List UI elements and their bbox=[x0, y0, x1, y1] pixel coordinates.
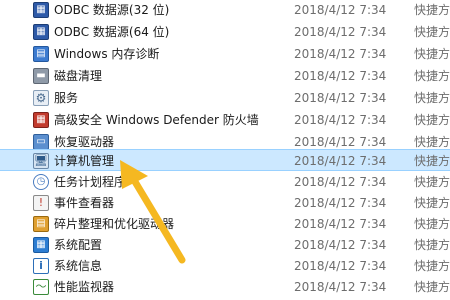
item-date: 2018/4/12 7:34 bbox=[294, 47, 387, 61]
item-type: 快捷方 bbox=[414, 196, 450, 210]
list-item[interactable]: ! 事件查看器 2018/4/12 7:34 快捷方 bbox=[0, 192, 450, 214]
item-name: Windows 内存诊断 bbox=[54, 47, 160, 61]
list-item[interactable]: ◷ 任务计划程序 2018/4/12 7:34 快捷方 bbox=[0, 171, 450, 193]
item-date: 2018/4/12 7:34 bbox=[294, 217, 387, 231]
event-viewer-icon: ! bbox=[33, 195, 49, 211]
item-name: 性能监视器 bbox=[54, 280, 115, 294]
item-date: 2018/4/12 7:34 bbox=[294, 69, 387, 83]
firewall-icon: ▦ bbox=[33, 112, 49, 128]
list-item[interactable]: ▦ 系统配置 2018/4/12 7:34 快捷方 bbox=[0, 234, 450, 256]
item-name: 高级安全 Windows Defender 防火墙 bbox=[54, 113, 259, 127]
item-date: 2018/4/12 7:34 bbox=[294, 154, 387, 168]
item-date: 2018/4/12 7:34 bbox=[294, 259, 387, 273]
system-information-icon: i bbox=[33, 258, 49, 274]
item-name: 服务 bbox=[54, 91, 79, 105]
computer-management-icon: 🖥 bbox=[33, 153, 49, 169]
defragment-icon: ▤ bbox=[33, 216, 49, 232]
item-type: 快捷方 bbox=[414, 280, 450, 294]
item-type: 快捷方 bbox=[414, 154, 450, 168]
item-type: 快捷方 bbox=[414, 47, 450, 61]
list-item[interactable]: ▦ 高级安全 Windows Defender 防火墙 2018/4/12 7:… bbox=[0, 109, 450, 131]
item-date: 2018/4/12 7:34 bbox=[294, 113, 387, 127]
item-type: 快捷方 bbox=[414, 91, 450, 105]
item-name: 磁盘清理 bbox=[54, 69, 103, 83]
list-item[interactable]: i 系统信息 2018/4/12 7:34 快捷方 bbox=[0, 255, 450, 277]
recovery-drive-icon: ▭ bbox=[33, 134, 49, 150]
file-list: ▦ ODBC 数据源(32 位) 2018/4/12 7:34 快捷方 ▦ OD… bbox=[0, 0, 450, 300]
list-item[interactable]: ▦ ODBC 数据源(64 位) 2018/4/12 7:34 快捷方 bbox=[0, 21, 450, 43]
item-date: 2018/4/12 7:34 bbox=[294, 238, 387, 252]
system-configuration-icon: ▦ bbox=[33, 237, 49, 253]
item-name: 事件查看器 bbox=[54, 196, 115, 210]
item-name: ODBC 数据源(64 位) bbox=[54, 25, 170, 39]
list-item-selected[interactable]: 🖥 计算机管理 2018/4/12 7:34 快捷方 bbox=[0, 149, 450, 171]
odbc-icon: ▦ bbox=[33, 24, 49, 40]
item-date: 2018/4/12 7:34 bbox=[294, 196, 387, 210]
item-name: 计算机管理 bbox=[54, 154, 115, 168]
list-item[interactable]: ▦ ODBC 数据源(32 位) 2018/4/12 7:34 快捷方 bbox=[0, 0, 450, 21]
item-name: ODBC 数据源(32 位) bbox=[54, 3, 170, 17]
services-gear-icon: ⚙ bbox=[33, 90, 49, 106]
disk-cleanup-icon: ▬ bbox=[33, 68, 49, 84]
odbc-icon: ▦ bbox=[33, 2, 49, 18]
list-item[interactable]: ▤ Windows 内存诊断 2018/4/12 7:34 快捷方 bbox=[0, 43, 450, 65]
item-type: 快捷方 bbox=[414, 217, 450, 231]
item-date: 2018/4/12 7:34 bbox=[294, 175, 387, 189]
list-item[interactable]: ▬ 磁盘清理 2018/4/12 7:34 快捷方 bbox=[0, 65, 450, 87]
item-type: 快捷方 bbox=[414, 259, 450, 273]
item-type: 快捷方 bbox=[414, 175, 450, 189]
list-item[interactable]: 〜 性能监视器 2018/4/12 7:34 快捷方 bbox=[0, 276, 450, 298]
item-type: 快捷方 bbox=[414, 69, 450, 83]
item-type: 快捷方 bbox=[414, 238, 450, 252]
item-type: 快捷方 bbox=[414, 113, 450, 127]
list-item[interactable]: ⚙ 服务 2018/4/12 7:34 快捷方 bbox=[0, 87, 450, 109]
item-type: 快捷方 bbox=[414, 25, 450, 39]
item-type: 快捷方 bbox=[414, 3, 450, 17]
item-date: 2018/4/12 7:34 bbox=[294, 3, 387, 17]
item-name: 碎片整理和优化驱动器 bbox=[54, 217, 175, 231]
task-scheduler-clock-icon: ◷ bbox=[33, 174, 49, 190]
memory-diagnostic-icon: ▤ bbox=[33, 46, 49, 62]
item-date: 2018/4/12 7:34 bbox=[294, 91, 387, 105]
item-name: 任务计划程序 bbox=[54, 175, 127, 189]
item-name: 系统配置 bbox=[54, 238, 103, 252]
performance-monitor-icon: 〜 bbox=[33, 279, 49, 295]
list-item[interactable]: ▤ 碎片整理和优化驱动器 2018/4/12 7:34 快捷方 bbox=[0, 213, 450, 235]
item-date: 2018/4/12 7:34 bbox=[294, 25, 387, 39]
item-date: 2018/4/12 7:34 bbox=[294, 280, 387, 294]
item-name: 系统信息 bbox=[54, 259, 103, 273]
